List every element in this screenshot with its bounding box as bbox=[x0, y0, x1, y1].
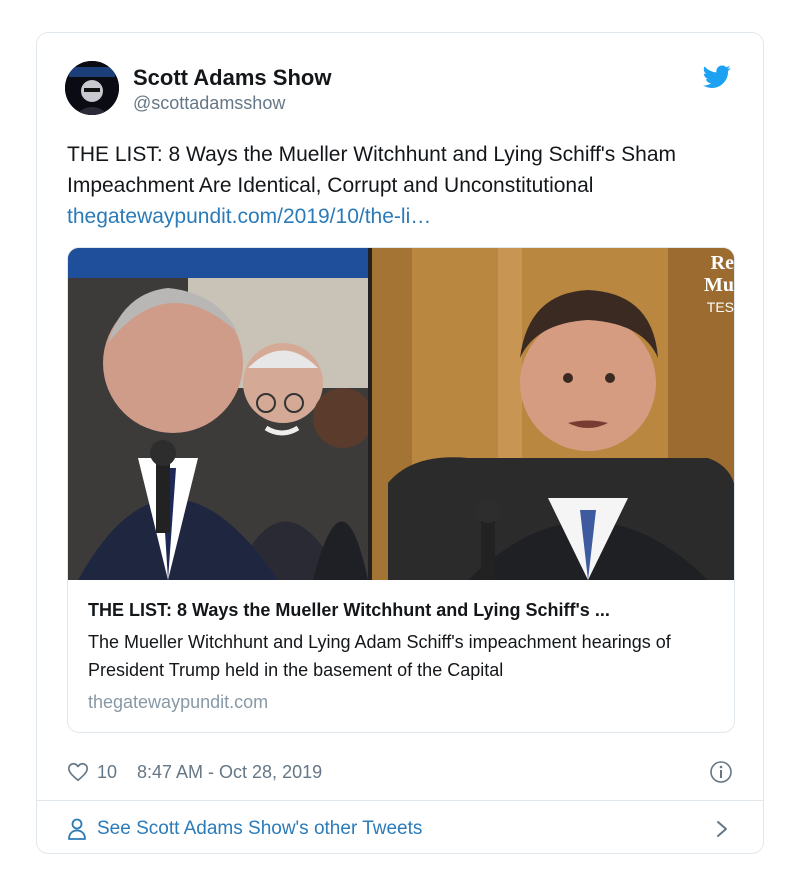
card-title: THE LIST: 8 Ways the Mueller Witchhunt a… bbox=[88, 600, 610, 620]
tweet-header: Scott Adams Show @scottadamsshow bbox=[65, 61, 735, 117]
timestamp[interactable]: 8:47 AM - Oct 28, 2019 bbox=[137, 758, 322, 786]
tweet-body: THE LIST: 8 Ways the Mueller Witchhunt a… bbox=[67, 139, 737, 232]
author-handle[interactable]: @scottadamsshow bbox=[133, 91, 331, 115]
card-description: The Mueller Witchhunt and Lying Adam Sch… bbox=[88, 632, 671, 680]
embedded-tweet: Scott Adams Show @scottadamsshow THE LIS… bbox=[36, 32, 764, 854]
overlay-text-line: Mu bbox=[704, 274, 734, 296]
tweet-meta: 10 8:47 AM - Oct 28, 2019 bbox=[67, 758, 733, 786]
avatar[interactable] bbox=[65, 61, 119, 115]
card-domain: thegatewaypundit.com bbox=[88, 692, 269, 712]
card-image: Re Mu TES bbox=[68, 248, 734, 580]
other-tweets-label[interactable]: See Scott Adams Show's other Tweets bbox=[97, 815, 422, 843]
info-icon[interactable] bbox=[709, 760, 733, 784]
overlay-text-line: Re bbox=[710, 252, 734, 274]
card-body: THE LIST: 8 Ways the Mueller Witchhunt a… bbox=[88, 598, 714, 714]
divider bbox=[37, 800, 763, 801]
heart-icon[interactable] bbox=[67, 761, 89, 783]
twitter-bird-icon[interactable] bbox=[703, 65, 731, 89]
link-card[interactable]: Re Mu TES THE LIST: 8 Ways the Mueller W… bbox=[67, 247, 735, 733]
author-name[interactable]: Scott Adams Show bbox=[133, 65, 331, 91]
overlay-text-line: TES bbox=[706, 299, 734, 315]
chevron-right-icon bbox=[715, 819, 729, 839]
tweet-text: THE LIST: 8 Ways the Mueller Witchhunt a… bbox=[67, 143, 676, 197]
author-block: Scott Adams Show @scottadamsshow bbox=[133, 65, 331, 115]
person-icon bbox=[67, 818, 87, 840]
image-overlay-text: Re Mu TES bbox=[694, 248, 734, 318]
other-tweets-link[interactable]: See Scott Adams Show's other Tweets bbox=[67, 813, 733, 845]
tweet-link[interactable]: thegatewaypundit.com/2019/10/the-li… bbox=[67, 201, 737, 232]
like-count[interactable]: 10 bbox=[97, 758, 117, 786]
